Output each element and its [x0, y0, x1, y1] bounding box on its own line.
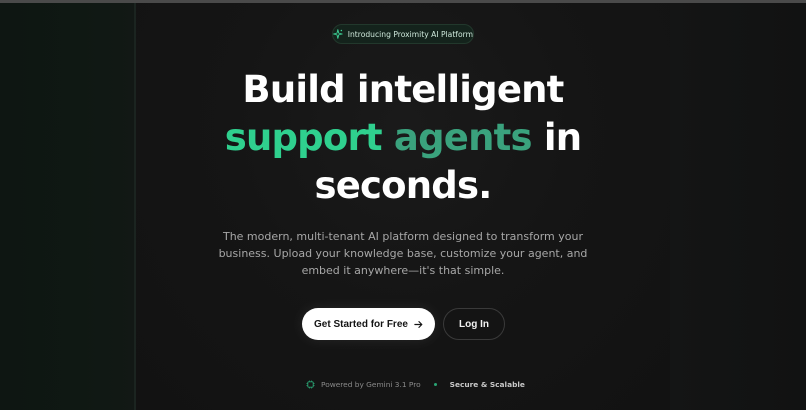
get-started-button[interactable]: Get Started for Free: [302, 308, 435, 340]
footer-separator-dot: [433, 382, 437, 386]
announcement-badge[interactable]: Introducing Proximity AI Platform: [332, 24, 474, 44]
arrow-right-icon: [414, 320, 423, 328]
hero-subtitle: The modern, multi-tenant AI platform des…: [218, 230, 588, 277]
sparkles-icon: [333, 29, 343, 39]
log-in-button[interactable]: Log In: [443, 308, 505, 340]
headline-word-in: in: [543, 116, 582, 159]
badge-label: Introducing Proximity AI Platform: [347, 29, 473, 39]
hero-headline: Build intelligent support agents in seco…: [136, 66, 670, 210]
get-started-label: Get Started for Free: [314, 318, 408, 330]
headline-highlight-support: support: [224, 116, 383, 159]
headline-line-1: Build intelligent: [242, 68, 564, 111]
hero-footer: Powered by Gemini 3.1 Pro Secure & Scala…: [306, 377, 525, 391]
cpu-icon: [306, 379, 315, 389]
left-background-panel: [0, 3, 136, 410]
headline-line-2: support agents in: [136, 114, 670, 162]
headline-highlight-agents: agents: [393, 116, 533, 159]
right-background-panel: [670, 3, 806, 410]
log-in-label: Log In: [459, 318, 489, 330]
headline-line-3: seconds.: [314, 164, 493, 207]
secure-scalable-text: Secure & Scalable: [449, 379, 525, 389]
powered-by-text: Powered by Gemini 3.1 Pro: [321, 379, 421, 389]
